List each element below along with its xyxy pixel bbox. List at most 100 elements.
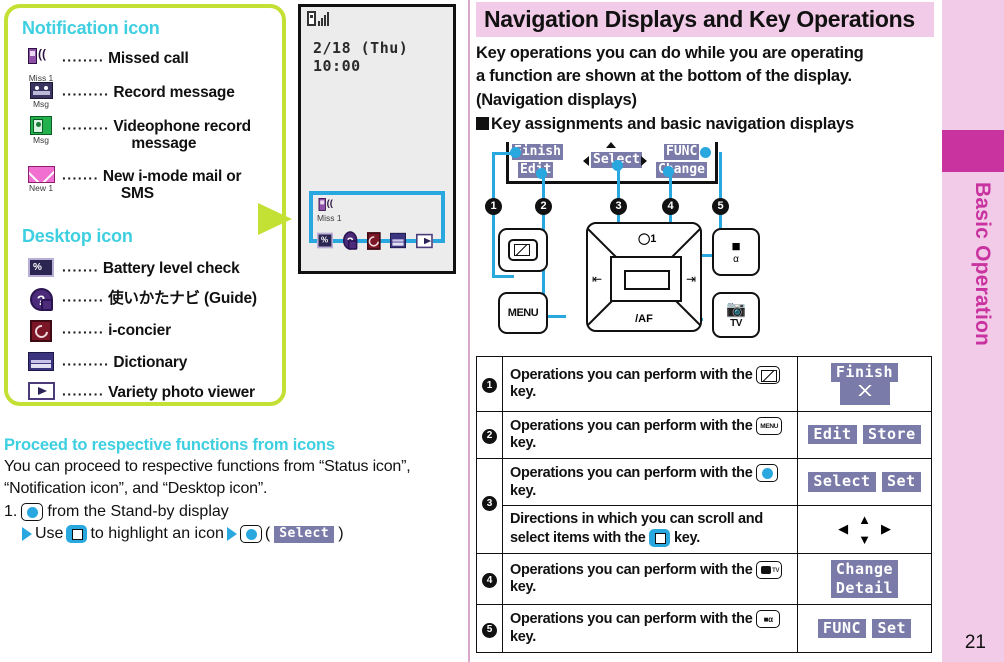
dot-leader: ········· xyxy=(62,86,110,102)
i-concier-icon xyxy=(20,320,62,346)
camera-tv-key[interactable]: 📷 TV xyxy=(712,292,760,338)
row-nav-cell: Change Detail xyxy=(797,552,932,606)
row-number-cell: 5 xyxy=(476,604,503,653)
list-item: ········ i-concier xyxy=(20,320,171,346)
nav-chip: Detail xyxy=(830,578,899,599)
nav-chip: Set xyxy=(872,618,912,638)
table-row: 1 Operations you can perform with the ke… xyxy=(476,356,932,412)
list-item: ········ Variety photo viewer xyxy=(20,382,255,408)
callout-1: 1 xyxy=(485,198,502,215)
list-item-label-line2: SMS xyxy=(120,185,154,203)
dictionary-icon xyxy=(20,352,62,378)
row-number-cell: 4 xyxy=(476,552,503,606)
dot-leader: ········· xyxy=(62,356,110,372)
square-bullet-icon xyxy=(476,117,489,131)
menu-key[interactable]: MENU xyxy=(498,292,548,334)
func-key[interactable]: ■ α xyxy=(712,228,760,276)
select-nav-chip: Select xyxy=(274,525,335,543)
mail-key-icon xyxy=(756,365,781,384)
proceed-substep: Use to highlight an icon ( Select ) xyxy=(4,525,454,544)
dpad-center[interactable] xyxy=(610,256,682,302)
i-concier-icon xyxy=(366,231,382,250)
arrow-up-icon: ▲ xyxy=(858,511,871,527)
ok-key-icon xyxy=(756,463,779,482)
icon-sublabel: Miss 1 xyxy=(317,213,342,223)
direction-arrows: ◀ ▲ ▼ ▶ xyxy=(802,513,927,546)
list-item-label: New i-mode mail or SMS xyxy=(103,166,242,203)
battery-level-icon: % xyxy=(20,258,62,284)
leader-dot xyxy=(612,160,623,171)
leader-line xyxy=(492,152,495,278)
dot-leader: ········· xyxy=(62,120,110,136)
dot-leader: ········ xyxy=(62,292,105,308)
list-item-label-line1: New i-mode mail or xyxy=(102,168,242,185)
list-item-label: Missed call xyxy=(108,50,189,67)
row-desc-post: key. xyxy=(510,579,536,596)
callout-5: 5 xyxy=(712,198,729,215)
dictionary-icon xyxy=(390,232,407,249)
list-item: Msg ········· Record message xyxy=(20,82,235,109)
chapter-label: Basic Operation xyxy=(971,182,994,347)
photo-viewer-icon xyxy=(416,233,433,248)
phone-notification-area: (( Miss 1 xyxy=(317,198,437,223)
list-item: ········· Dictionary xyxy=(20,352,187,378)
list-item: % ······· Battery level check xyxy=(20,258,240,284)
row-nav-cell: Finish xyxy=(797,356,932,412)
row-number-badge: 3 xyxy=(482,496,497,512)
dpad-key-icon xyxy=(649,528,671,547)
row-description-cell: Directions in which you can scroll and s… xyxy=(502,505,798,554)
callout-4: 4 xyxy=(662,198,679,215)
proceed-section: Proceed to respective functions from ico… xyxy=(4,436,454,544)
paren-close: ) xyxy=(338,525,344,543)
select-key[interactable] xyxy=(624,270,670,290)
chapter-sidebar: Basic Operation 21 xyxy=(942,0,1004,662)
paren-open: ( xyxy=(264,525,271,543)
dpad-key[interactable]: ◯1 ⇤ ⇥ /AF xyxy=(586,222,702,332)
nav-chip: FUNC xyxy=(817,618,867,638)
list-item-label: Variety photo viewer xyxy=(108,384,255,401)
page-root: Notification icon (( Miss 1 ········ Mis… xyxy=(0,0,1004,662)
chapter-tab-marker xyxy=(942,130,1004,172)
list-item-label-line1: Videophone record xyxy=(113,118,251,135)
row-description-cell: Operations you can perform with the ■α k… xyxy=(502,604,798,653)
phone-screen-mockup: 2/18 (Thu) 10:00 (( Miss 1 % ? xyxy=(298,4,456,274)
signal-status-icon xyxy=(318,11,329,26)
phone-icon-highlight-box: (( Miss 1 % ? xyxy=(309,191,445,250)
row-desc-pre: Operations you can perform with the xyxy=(510,611,753,628)
list-item: New 1 ······· New i-mode mail or SMS xyxy=(20,166,242,203)
row-desc-post: key. xyxy=(510,384,536,401)
row-description-cell: Operations you can perform with the MENU… xyxy=(502,410,798,459)
callout-arrow-icon xyxy=(258,203,292,235)
dot-leader: ········ xyxy=(62,52,105,68)
table-row: 5 Operations you can perform with the ■α… xyxy=(476,604,932,653)
nav-func-badge: FUNC xyxy=(664,144,700,160)
list-item-label-line2: message xyxy=(131,135,197,153)
leader-dot xyxy=(510,147,521,158)
intro-line-3: (Navigation displays) xyxy=(476,90,637,109)
row-desc-post: key. xyxy=(510,482,536,499)
row-desc-pre: Directions in which you can scroll and s… xyxy=(510,511,763,546)
leader-dot xyxy=(700,147,711,158)
menu-key-label: MENU xyxy=(507,307,539,319)
proceed-heading: Proceed to respective functions from ico… xyxy=(4,436,335,454)
mail-icon xyxy=(508,239,538,261)
row-number-cell: 2 xyxy=(476,410,503,459)
list-item-label: Battery level check xyxy=(102,260,240,277)
nav-chip: Store xyxy=(862,425,921,445)
row-description-cell: Operations you can perform with the TV k… xyxy=(502,552,798,606)
row-number-badge: 4 xyxy=(482,573,497,589)
mail-key[interactable] xyxy=(498,228,548,272)
table-row: 2 Operations you can perform with the ME… xyxy=(476,410,932,459)
substep-use-label: Use xyxy=(35,525,64,543)
list-item-label: i-concier xyxy=(108,322,171,339)
icon-sublabel: New 1 xyxy=(28,183,54,193)
desktop-icon-heading: Desktop icon xyxy=(22,226,133,246)
key-operations-table: 1 Operations you can perform with the ke… xyxy=(476,356,932,653)
dot-leader: ······· xyxy=(62,170,99,186)
icon-legend-panel: Notification icon (( Miss 1 ········ Mis… xyxy=(4,4,286,406)
row-desc-pre: Operations you can perform with the xyxy=(510,366,753,383)
nav-chip: Edit xyxy=(808,425,857,445)
row-desc-pre: Operations you can perform with the xyxy=(510,464,753,481)
section-title-bar: Navigation Displays and Key Operations xyxy=(476,2,934,37)
phone-clock: 2/18 (Thu) 10:00 xyxy=(313,39,409,75)
